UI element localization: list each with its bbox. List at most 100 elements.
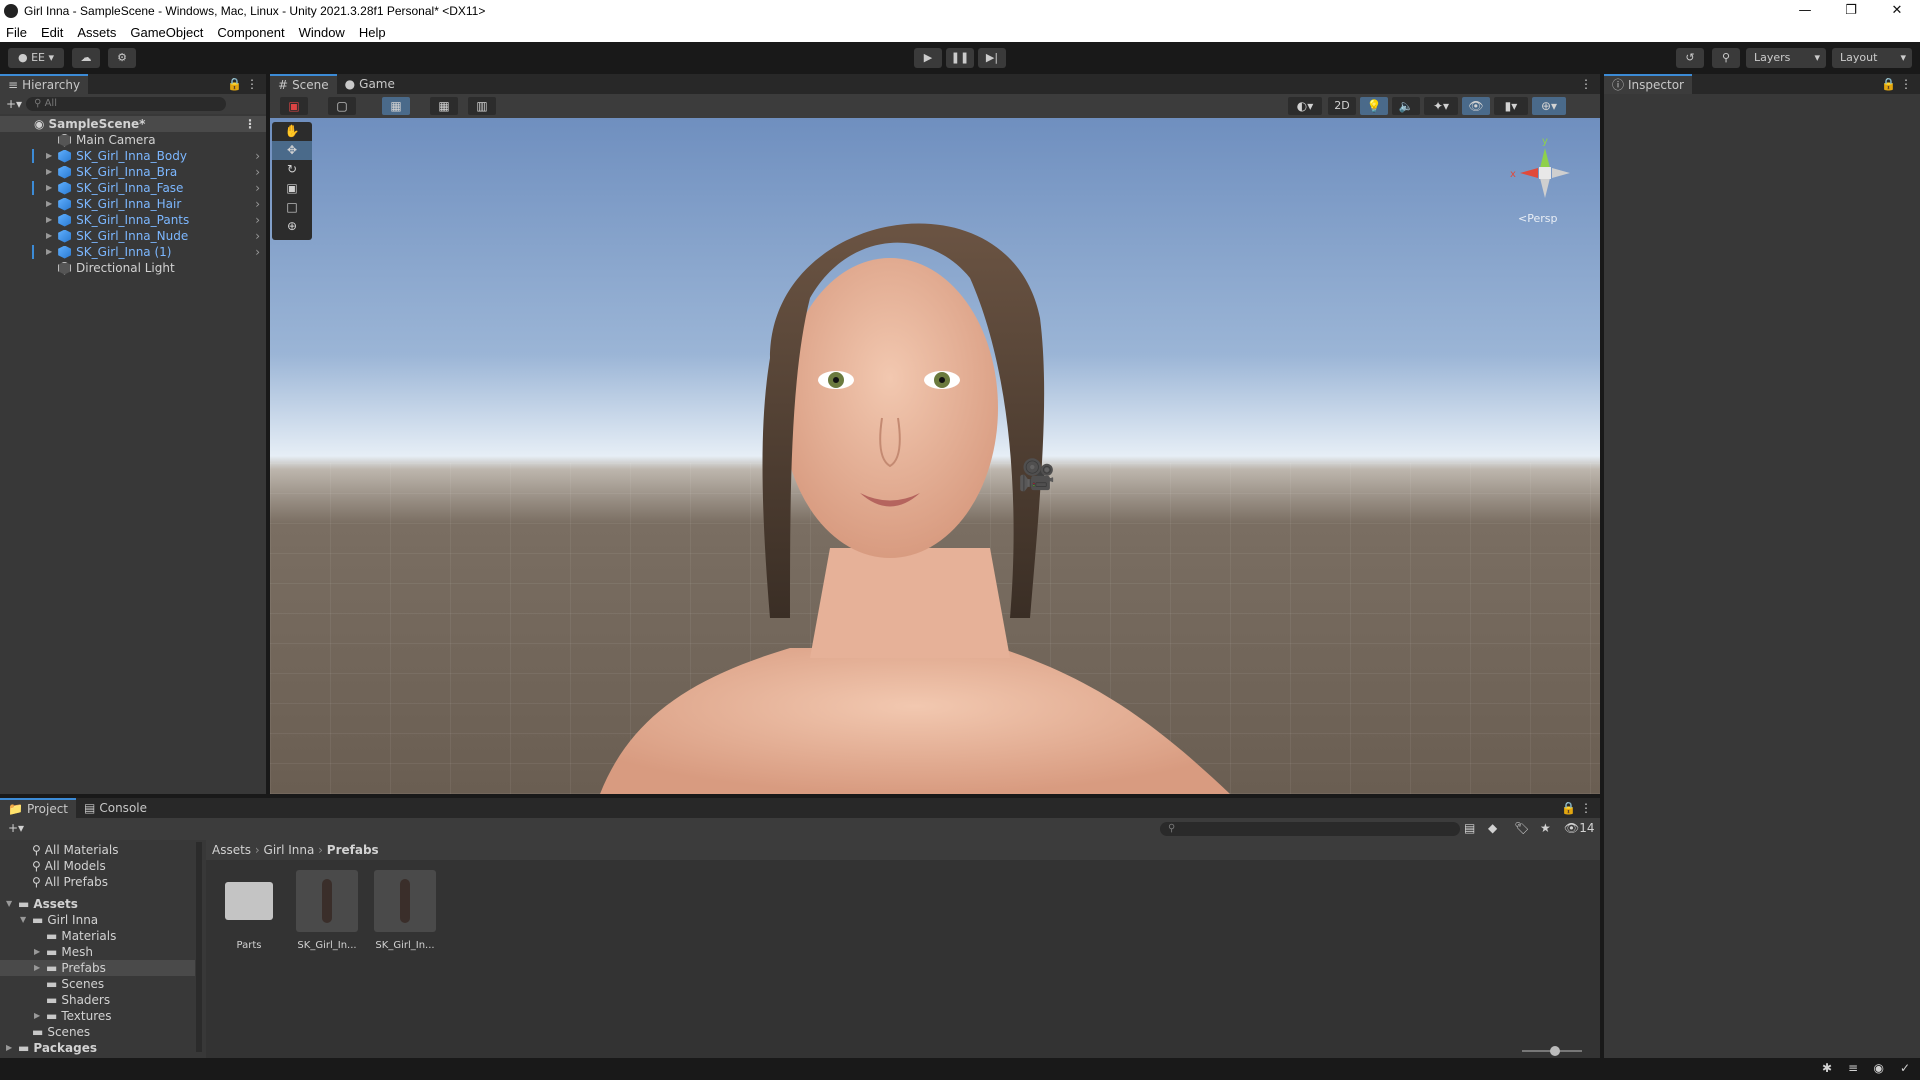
hierarchy-item[interactable]: ▶ SK_Girl_Inna_Hair › — [0, 196, 266, 212]
expand-arrow-icon[interactable]: ▶ — [46, 212, 52, 228]
cube-view-icon[interactable]: ▢ — [328, 97, 356, 115]
visibility-icon[interactable]: 👁 — [1462, 97, 1490, 115]
audio-toggle-icon[interactable]: 🔈 — [1392, 97, 1420, 115]
effects-icon[interactable]: ✦▾ — [1424, 97, 1458, 115]
minimize-icon[interactable]: — — [1782, 0, 1828, 22]
menu-edit[interactable]: Edit — [41, 25, 63, 40]
tree-item[interactable]: ▬ Scenes — [0, 976, 195, 992]
account-dropdown[interactable]: ● EE ▾ — [8, 48, 64, 68]
more-options-icon[interactable]: ⋮ — [1900, 77, 1912, 91]
chevron-right-icon[interactable]: › — [255, 180, 260, 196]
more-options-icon[interactable]: ⋮ — [1580, 801, 1592, 815]
hierarchy-item[interactable]: ▶ SK_Girl_Inna_Fase › — [0, 180, 266, 196]
cloud-icon[interactable]: ☁ — [72, 48, 100, 68]
add-icon[interactable]: +▾ — [6, 97, 22, 111]
camera-settings-icon[interactable]: ▮▾ — [1494, 97, 1528, 115]
more-options-icon[interactable]: ⋮ — [1580, 77, 1592, 91]
hierarchy-item[interactable]: ▶ SK_Girl_Inna (1) › — [0, 244, 266, 260]
gizmos-icon[interactable]: ⊕▾ — [1532, 97, 1566, 115]
tree-item[interactable]: ▬ Materials — [0, 928, 195, 944]
filter-icon[interactable]: ◆ — [1488, 821, 1497, 835]
tab-hierarchy[interactable]: ≡ Hierarchy — [0, 74, 89, 94]
lock-icon[interactable]: 🔒 — [1561, 801, 1576, 815]
expand-arrow-icon[interactable]: ▼ — [6, 896, 18, 912]
layout-dropdown[interactable]: Layout ▾ — [1832, 48, 1912, 68]
chevron-right-icon[interactable]: › — [255, 148, 260, 164]
check-circle-icon[interactable]: ✓ — [1900, 1061, 1910, 1075]
chevron-right-icon[interactable]: › — [255, 228, 260, 244]
menu-gameobject[interactable]: GameObject — [130, 25, 203, 40]
expand-arrow-icon[interactable]: ▶ — [46, 180, 52, 196]
favorite-item[interactable]: ⚲ All Models — [0, 858, 195, 874]
hierarchy-item[interactable]: ▶ SK_Girl_Inna_Bra › — [0, 164, 266, 180]
hierarchy-item[interactable]: ▶ SK_Girl_Inna_Nude › — [0, 228, 266, 244]
expand-arrow-icon[interactable]: ▶ — [34, 1008, 46, 1024]
layers-dropdown[interactable]: Layers ▾ — [1746, 48, 1826, 68]
asset-item[interactable]: Parts — [218, 870, 280, 951]
breadcrumb-girl-inna[interactable]: Girl Inna — [264, 843, 315, 857]
network-icon[interactable]: ◉ — [1874, 1061, 1884, 1075]
hand-tool-icon[interactable]: ✋ — [272, 122, 312, 141]
tab-scene[interactable]: # Scene — [270, 74, 337, 94]
hierarchy-item[interactable]: Directional Light — [0, 260, 266, 276]
toggle-2d-button[interactable]: 2D — [1328, 97, 1356, 115]
expand-arrow-icon[interactable]: ▶ — [34, 944, 46, 960]
favorite-item[interactable]: ⚲ All Materials — [0, 842, 195, 858]
menu-assets[interactable]: Assets — [77, 25, 116, 40]
hierarchy-item[interactable]: Main Camera — [0, 132, 266, 148]
close-icon[interactable]: ✕ — [1874, 0, 1920, 22]
restore-icon[interactable]: ❐ — [1828, 0, 1874, 22]
scene-view[interactable]: 🎥 ✋ ✥ ↻ ▣ □ ⊕ y x <Persp — [270, 118, 1600, 794]
more-options-icon[interactable]: ⋮ — [244, 116, 256, 132]
tab-inspector[interactable]: ⓘ Inspector — [1604, 74, 1692, 94]
transform-tool-icon[interactable]: ⊕ — [272, 217, 312, 236]
asset-item[interactable]: SK_Girl_In... — [296, 870, 358, 951]
history-icon[interactable]: ↺ — [1676, 48, 1704, 68]
tab-game[interactable]: ● Game — [337, 74, 403, 94]
stack-icon[interactable]: ≡ — [1848, 1061, 1858, 1075]
bug-icon[interactable]: ✱ — [1822, 1061, 1832, 1075]
star-icon[interactable]: ★ — [1540, 821, 1551, 835]
expand-arrow-icon[interactable]: ▼ — [20, 912, 32, 928]
tree-scrollbar[interactable] — [196, 842, 202, 1052]
collab-icon[interactable]: ⚙ — [108, 48, 136, 68]
hidden-packages-button[interactable]: 👁14 — [1564, 821, 1595, 835]
menu-help[interactable]: Help — [359, 25, 386, 40]
chevron-right-icon[interactable]: › — [255, 164, 260, 180]
lighting-toggle-icon[interactable]: 💡 — [1360, 97, 1388, 115]
add-icon[interactable]: +▾ — [8, 821, 24, 835]
hierarchy-item[interactable]: ▶ SK_Girl_Inna_Pants › — [0, 212, 266, 228]
search-by-type-icon[interactable]: ▤ — [1464, 821, 1475, 835]
projection-label[interactable]: <Persp — [1518, 212, 1557, 225]
align-icon[interactable]: ▥ — [468, 97, 496, 115]
expand-arrow-icon[interactable]: ▶ — [46, 196, 52, 212]
more-options-icon[interactable]: ⋮ — [246, 77, 258, 91]
tree-item[interactable]: ▼ ▬ Girl Inna — [0, 912, 195, 928]
asset-item[interactable]: SK_Girl_In... — [374, 870, 436, 951]
tree-item[interactable]: ▬ Scenes — [0, 1024, 195, 1040]
draw-mode-icon[interactable]: ▣ — [280, 97, 308, 115]
label-icon[interactable]: 🏷 — [1514, 821, 1529, 835]
search-icon[interactable]: ⚲ — [1712, 48, 1740, 68]
breadcrumb-assets[interactable]: Assets — [212, 843, 251, 857]
lock-icon[interactable]: 🔒 — [227, 77, 242, 91]
grid-snap-icon[interactable]: ▦ — [382, 97, 410, 115]
hierarchy-item[interactable]: ▶ SK_Girl_Inna_Body › — [0, 148, 266, 164]
tree-item[interactable]: ▬ Shaders — [0, 992, 195, 1008]
expand-arrow-icon[interactable]: ▶ — [46, 244, 52, 260]
scale-tool-icon[interactable]: ▣ — [272, 179, 312, 198]
camera-gizmo-icon[interactable]: 🎥 — [1018, 458, 1055, 493]
orientation-gizmo[interactable]: y x — [1500, 128, 1590, 218]
favorite-item[interactable]: ⚲ All Prefabs — [0, 874, 195, 890]
expand-arrow-icon[interactable]: ▶ — [46, 164, 52, 180]
tab-project[interactable]: 📁 Project — [0, 798, 77, 818]
zoom-slider-handle[interactable] — [1550, 1046, 1560, 1056]
rect-tool-icon[interactable]: □ — [272, 198, 312, 217]
zoom-slider[interactable] — [1522, 1046, 1582, 1056]
breadcrumb-prefabs[interactable]: Prefabs — [327, 843, 379, 857]
chevron-right-icon[interactable]: › — [255, 212, 260, 228]
rotate-tool-icon[interactable]: ↻ — [272, 160, 312, 179]
tab-console[interactable]: ▤ Console — [76, 798, 155, 818]
scene-row[interactable]: ◉ SampleScene* ⋮ — [0, 116, 266, 132]
lock-icon[interactable]: 🔒 — [1881, 77, 1896, 91]
